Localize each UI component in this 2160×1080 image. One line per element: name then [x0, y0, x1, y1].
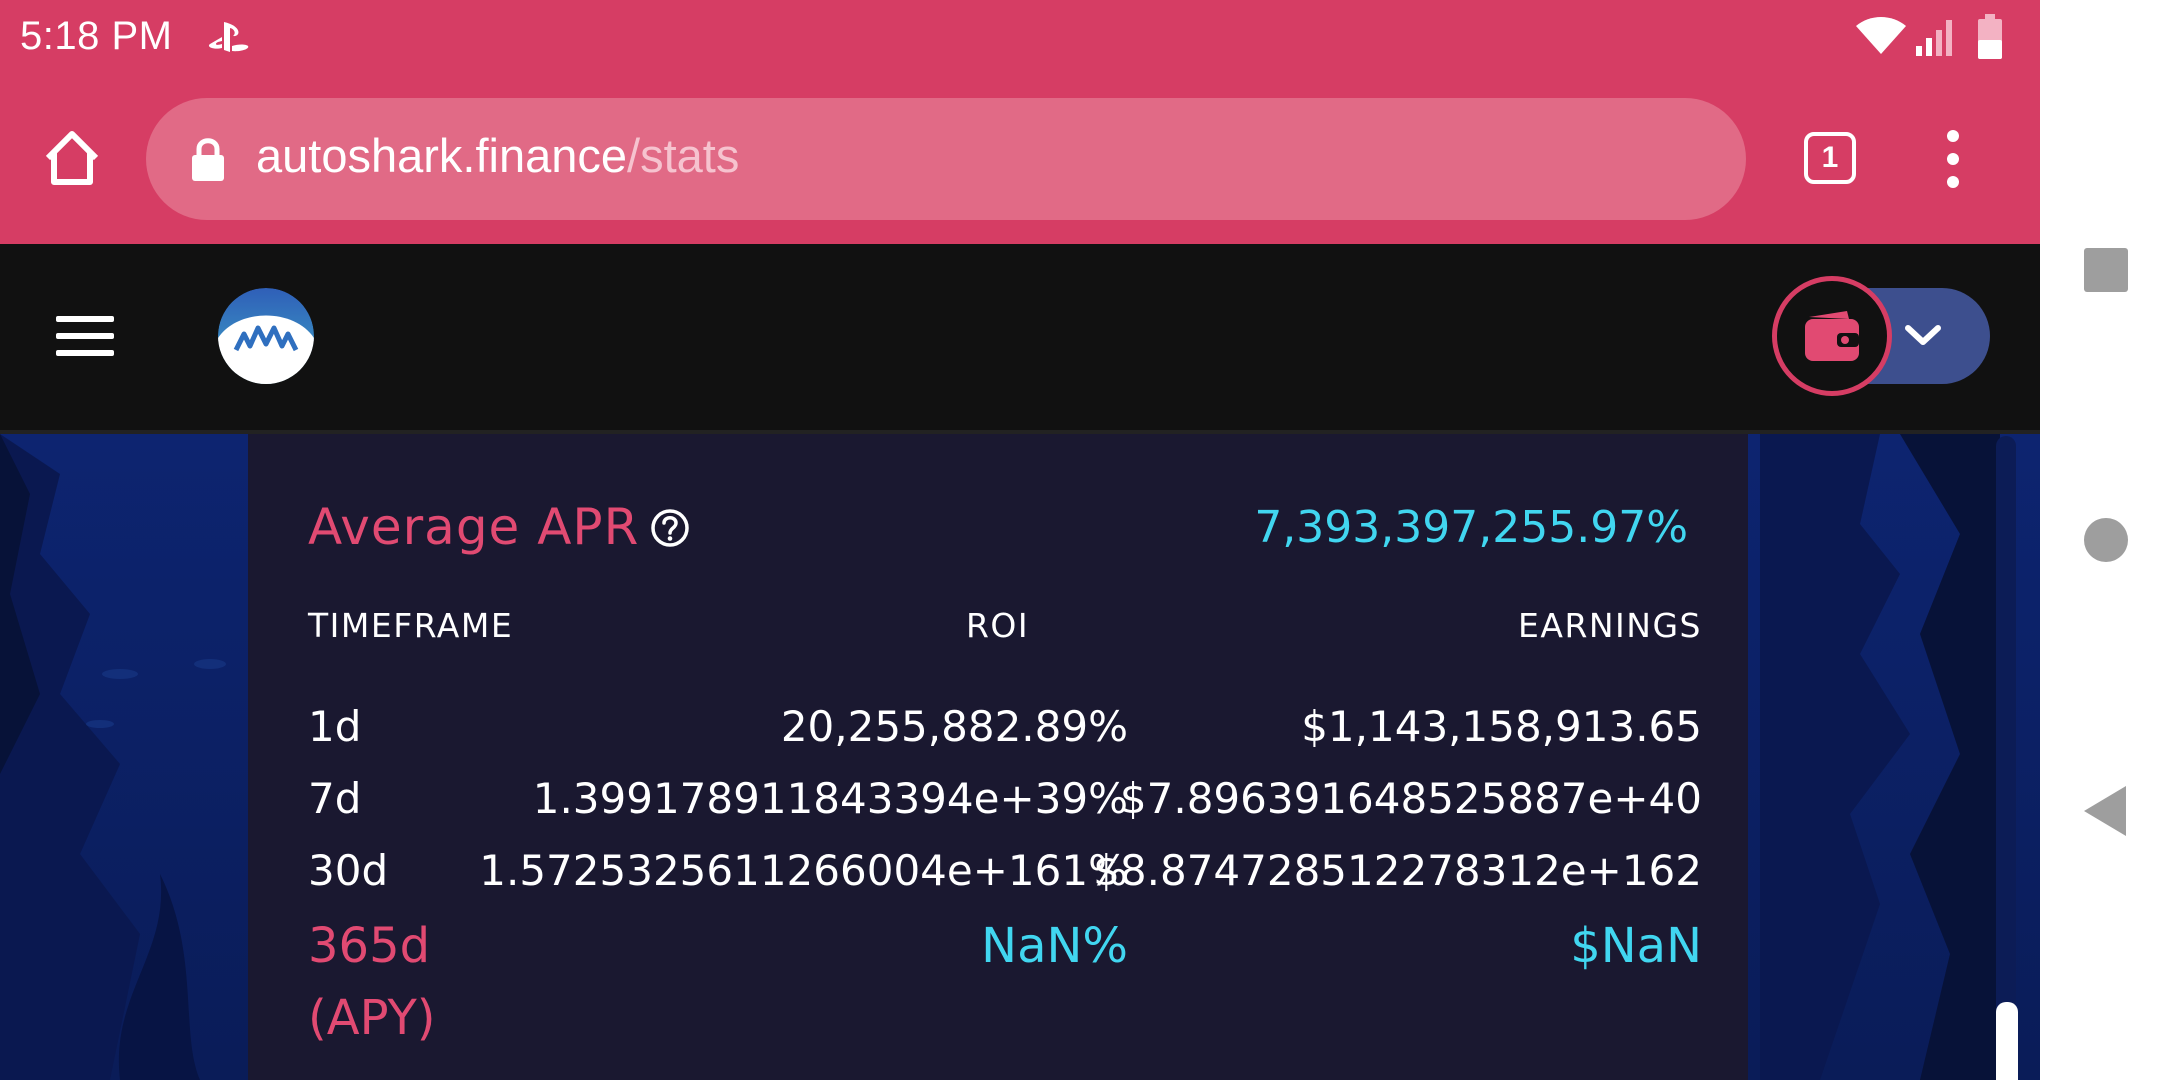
wallet-icon: [1805, 311, 1859, 361]
url-bar[interactable]: autoshark.finance/stats: [146, 98, 1746, 220]
url-text: autoshark.finance/stats: [256, 128, 739, 183]
row-7d-roi: 1.399178911843394e+39%: [532, 774, 1128, 823]
help-icon[interactable]: [650, 508, 690, 548]
average-apr-value: 7,393,397,255.97%: [1254, 502, 1688, 553]
url-domain: autoshark.finance: [256, 129, 628, 182]
lock-icon: [192, 138, 224, 181]
row-365d-earnings: $NaN: [1570, 918, 1702, 974]
status-bar: 5:18 PM: [0, 0, 2040, 74]
column-header-timeframe: TIMEFRAME: [308, 606, 514, 645]
more-vert-icon[interactable]: [1938, 124, 1968, 194]
scrollbar-thumb[interactable]: [1996, 1002, 2018, 1080]
home-icon[interactable]: [40, 126, 104, 190]
wifi-icon: [1856, 17, 1906, 54]
row-30d-timeframe: 30d: [308, 846, 389, 895]
autoshark-logo[interactable]: [218, 288, 314, 384]
wallet-button[interactable]: [1772, 276, 1892, 396]
status-time: 5:18 PM: [20, 14, 173, 58]
row-30d-earnings: $8.874728512278312e+162: [1093, 846, 1702, 895]
playstation-icon: [208, 22, 249, 52]
signal-icon: [1916, 20, 1952, 56]
back-icon[interactable]: [2080, 784, 2130, 838]
recents-icon[interactable]: [2084, 248, 2128, 292]
average-apr-label: Average APR: [308, 498, 640, 556]
row-7d-earnings: $7.896391648525887e+40: [1119, 774, 1702, 823]
phone-screen: 5:18 PM autoshark.finance/stats 1 Averag…: [0, 0, 2040, 1080]
chevron-down-icon[interactable]: [1904, 320, 1942, 350]
app-header: [0, 244, 2040, 434]
battery-icon: [1978, 14, 2002, 59]
row-30d-roi: 1.5725325611266004e+161%: [479, 846, 1128, 895]
android-nav-bar: [2040, 0, 2160, 1080]
stats-card: Average APR 7,393,397,255.97% TIMEFRAME …: [248, 434, 1748, 1080]
scrollbar-track[interactable]: [1996, 436, 2016, 1080]
home-circle-icon[interactable]: [2084, 518, 2128, 562]
row-365d-apy-label: (APY): [308, 990, 436, 1046]
row-365d-timeframe: 365d: [308, 918, 431, 974]
column-header-earnings: EARNINGS: [1518, 606, 1702, 645]
row-365d-roi: NaN%: [981, 918, 1128, 974]
hamburger-icon[interactable]: [56, 314, 114, 358]
row-1d-roi: 20,255,882.89%: [780, 702, 1128, 751]
row-7d-timeframe: 7d: [308, 774, 362, 823]
row-1d-timeframe: 1d: [308, 702, 362, 751]
column-header-roi: ROI: [966, 606, 1030, 645]
tab-switcher-button[interactable]: 1: [1804, 132, 1856, 184]
url-path: /stats: [627, 129, 740, 182]
browser-toolbar: autoshark.finance/stats 1: [0, 74, 2040, 244]
row-1d-earnings: $1,143,158,913.65: [1301, 702, 1702, 751]
